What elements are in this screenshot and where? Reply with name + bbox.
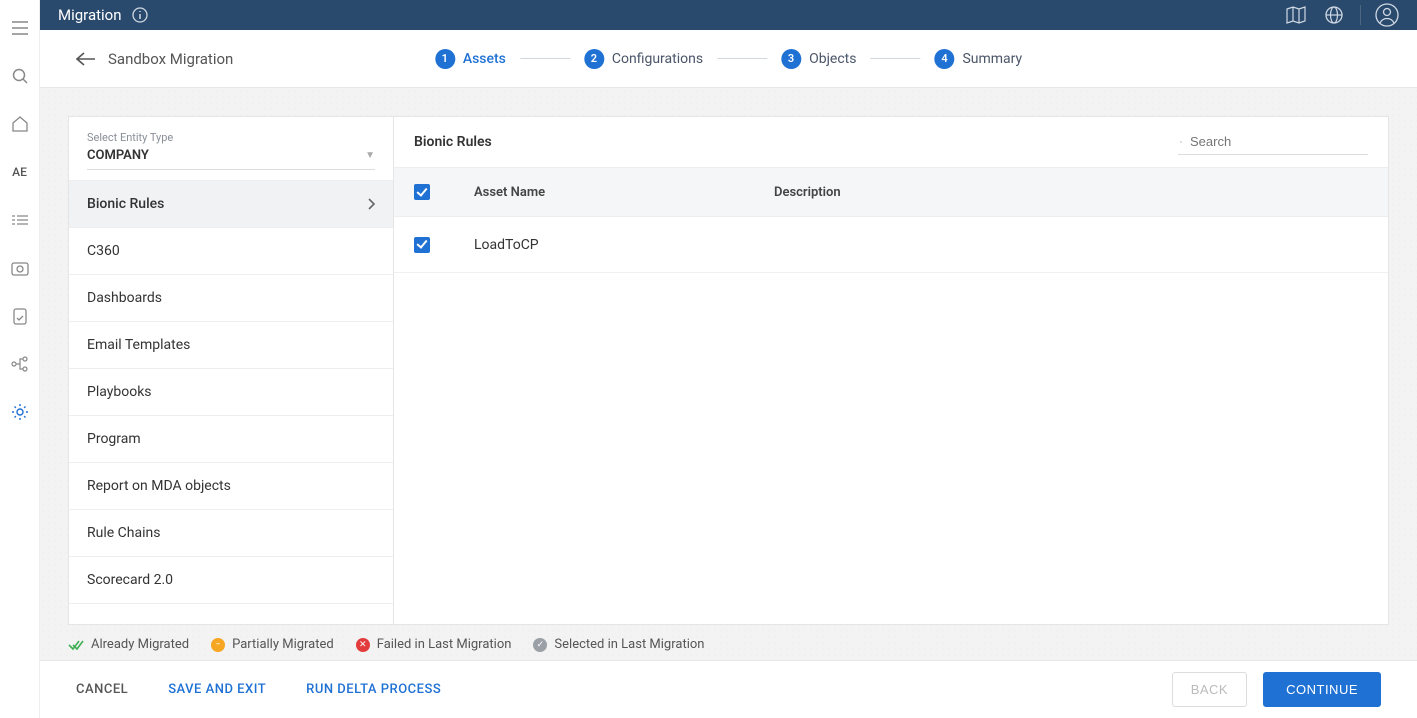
arrow-left-icon xyxy=(76,52,96,66)
legend-selected: ✓ Selected in Last Migration xyxy=(533,637,704,652)
entity-select-label: Select Entity Type xyxy=(87,131,375,144)
step-number: 3 xyxy=(781,49,801,69)
step-number: 1 xyxy=(435,49,455,69)
assets-panel: Bionic Rules Asset Name Description xyxy=(394,116,1389,625)
search-icon[interactable] xyxy=(0,52,40,100)
wizard-steps: 1 Assets 2 Configurations 3 Objects 4 Su… xyxy=(435,49,1022,69)
chevron-right-icon xyxy=(368,198,375,210)
status-legend: Already Migrated − Partially Migrated ✕ … xyxy=(68,625,1389,660)
search-input[interactable] xyxy=(1190,134,1366,149)
step-label: Objects xyxy=(809,51,856,67)
category-dashboards[interactable]: Dashboards xyxy=(69,275,393,322)
legend-label: Already Migrated xyxy=(91,637,189,652)
assets-table-header: Asset Name Description xyxy=(394,167,1388,217)
category-bionic-rules[interactable]: Bionic Rules xyxy=(69,181,393,228)
category-scorecard[interactable]: Scorecard 2.0 xyxy=(69,557,393,604)
category-label: Bionic Rules xyxy=(87,196,164,212)
column-asset-name: Asset Name xyxy=(474,185,774,200)
ae-nav-item[interactable]: AE xyxy=(0,148,40,196)
step-number: 2 xyxy=(584,49,604,69)
entity-selected-value: COMPANY xyxy=(87,148,149,163)
tree-icon[interactable] xyxy=(0,340,40,388)
topbar: Migration xyxy=(40,0,1417,30)
camera-icon[interactable] xyxy=(0,244,40,292)
step-label: Configurations xyxy=(612,51,703,67)
search-icon xyxy=(1180,134,1182,150)
breadcrumb-label: Sandbox Migration xyxy=(108,50,233,68)
assets-panel-title: Bionic Rules xyxy=(414,134,492,150)
legend-failed: ✕ Failed in Last Migration xyxy=(356,637,512,652)
step-number: 4 xyxy=(934,49,954,69)
legend-already-migrated: Already Migrated xyxy=(68,637,189,652)
category-program[interactable]: Program xyxy=(69,416,393,463)
workflow-icon[interactable] xyxy=(0,196,40,244)
check-icon xyxy=(68,639,84,651)
step-label: Summary xyxy=(962,51,1022,67)
step-assets[interactable]: 1 Assets xyxy=(435,49,506,69)
legend-label: Failed in Last Migration xyxy=(377,637,512,652)
subheader: Sandbox Migration 1 Assets 2 Configurati… xyxy=(40,30,1417,88)
select-all-checkbox[interactable] xyxy=(414,184,430,200)
page-title: Migration xyxy=(58,6,148,24)
globe-icon[interactable] xyxy=(1322,3,1346,27)
back-button[interactable]: BACK xyxy=(1172,672,1247,707)
clipboard-icon[interactable] xyxy=(0,292,40,340)
map-icon[interactable] xyxy=(1284,3,1308,27)
category-list: Bionic Rules C360 Dashboards Email Templ… xyxy=(69,181,393,624)
search-input-wrapper[interactable] xyxy=(1178,130,1368,155)
step-configurations[interactable]: 2 Configurations xyxy=(584,49,703,69)
back-button[interactable]: Sandbox Migration xyxy=(76,50,233,68)
category-email-templates[interactable]: Email Templates xyxy=(69,322,393,369)
row-checkbox[interactable] xyxy=(414,237,430,253)
legend-label: Partially Migrated xyxy=(232,637,334,652)
asset-name-cell: LoadToCP xyxy=(474,237,774,253)
info-icon[interactable] xyxy=(132,7,148,23)
category-c360[interactable]: C360 xyxy=(69,228,393,275)
avatar-icon[interactable] xyxy=(1375,3,1399,27)
category-label: Email Templates xyxy=(87,337,190,353)
step-separator xyxy=(520,58,570,59)
nav-rail: AE xyxy=(0,0,40,718)
menu-icon[interactable] xyxy=(0,4,40,52)
category-panel: Select Entity Type COMPANY ▼ Bionic Rule… xyxy=(68,116,394,625)
table-row[interactable]: LoadToCP xyxy=(394,217,1388,273)
home-icon[interactable] xyxy=(0,100,40,148)
category-label: Rule Chains xyxy=(87,525,160,541)
gear-icon[interactable] xyxy=(0,388,40,436)
step-separator xyxy=(717,58,767,59)
category-label: Program xyxy=(87,431,141,447)
step-summary[interactable]: 4 Summary xyxy=(934,49,1022,69)
category-label: Playbooks xyxy=(87,384,152,400)
category-report-mda[interactable]: Report on MDA objects xyxy=(69,463,393,510)
topbar-divider xyxy=(1360,5,1361,25)
content-area: Select Entity Type COMPANY ▼ Bionic Rule… xyxy=(40,88,1417,660)
legend-label: Selected in Last Migration xyxy=(554,637,704,652)
page-title-text: Migration xyxy=(58,6,122,24)
category-label: Dashboards xyxy=(87,290,162,306)
column-description: Description xyxy=(774,185,1368,200)
check-circle-icon: ✓ xyxy=(533,638,547,652)
step-objects[interactable]: 3 Objects xyxy=(781,49,856,69)
step-label: Assets xyxy=(463,51,506,67)
entity-type-select[interactable]: Select Entity Type COMPANY ▼ xyxy=(69,117,393,181)
chevron-down-icon: ▼ xyxy=(365,150,375,161)
category-label: Report on MDA objects xyxy=(87,478,231,494)
minus-circle-icon: − xyxy=(211,638,225,652)
cancel-button[interactable]: CANCEL xyxy=(76,682,128,697)
x-circle-icon: ✕ xyxy=(356,638,370,652)
category-label: Scorecard 2.0 xyxy=(87,572,173,588)
legend-partially-migrated: − Partially Migrated xyxy=(211,637,334,652)
run-delta-button[interactable]: RUN DELTA PROCESS xyxy=(306,682,441,697)
wizard-footer: CANCEL SAVE AND EXIT RUN DELTA PROCESS B… xyxy=(40,660,1417,718)
category-rule-chains[interactable]: Rule Chains xyxy=(69,510,393,557)
category-label: C360 xyxy=(87,243,120,259)
step-separator xyxy=(870,58,920,59)
continue-button[interactable]: CONTINUE xyxy=(1263,672,1381,707)
category-playbooks[interactable]: Playbooks xyxy=(69,369,393,416)
save-and-exit-button[interactable]: SAVE AND EXIT xyxy=(168,682,266,697)
